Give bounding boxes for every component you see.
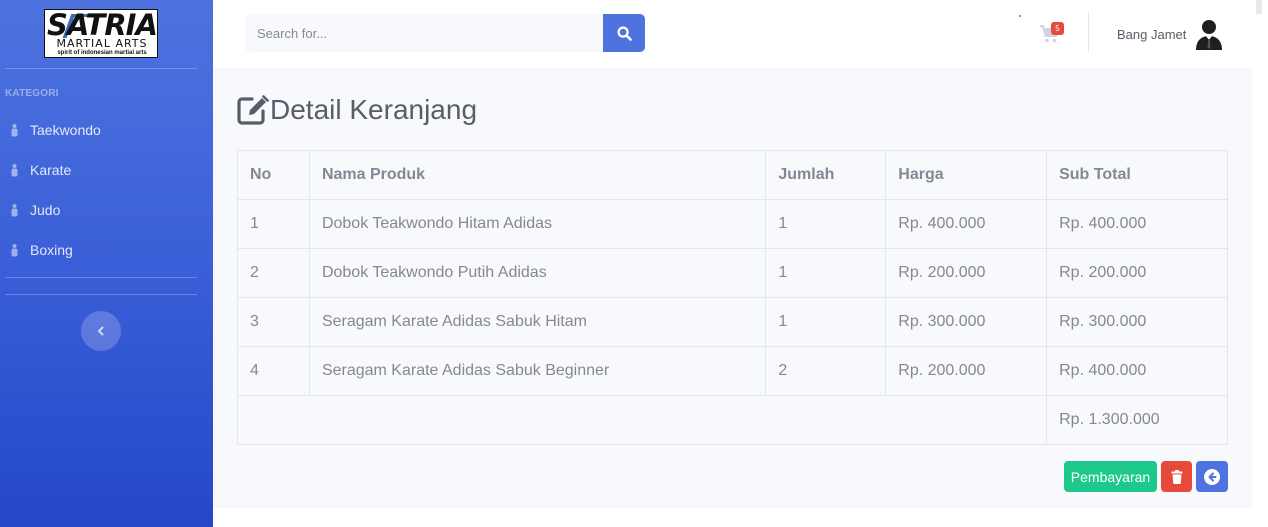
sidebar-item-label: Judo [30, 202, 61, 218]
column-header-subtotal: Sub Total [1046, 150, 1228, 200]
cart-table: No Nama Produk Jumlah Harga Sub Total 1 … [236, 150, 1228, 445]
sidebar-toggle-button[interactable] [81, 311, 121, 351]
sidebar: SATRIA MARTIAL ARTS spirit of indonesian… [0, 0, 213, 527]
back-button[interactable] [1196, 461, 1228, 492]
user-icon [11, 203, 18, 216]
brand-logo[interactable]: SATRIA MARTIAL ARTS spirit of indonesian… [44, 9, 158, 58]
avatar [1196, 20, 1223, 50]
user-icon [11, 123, 18, 136]
sidebar-item-karate[interactable]: Karate [0, 150, 213, 190]
search-bar [245, 14, 645, 52]
sidebar-item-boxing[interactable]: Boxing [0, 230, 213, 270]
cell-product: Seragam Karate Adidas Sabuk Beginner [308, 346, 767, 396]
sidebar-divider [5, 294, 197, 295]
cell-qty: 2 [765, 346, 887, 396]
cell-price: Rp. 200.000 [885, 248, 1048, 298]
sidebar-item-label: Taekwondo [30, 122, 101, 138]
cell-qty: 1 [765, 248, 887, 298]
logo-tagline: spirit of indonesian martial arts [57, 50, 147, 56]
cell-subtotal: Rp. 400.000 [1046, 199, 1228, 249]
search-icon [616, 25, 632, 41]
chevron-left-icon [97, 326, 104, 336]
payment-button[interactable]: Pembayaran [1064, 461, 1157, 492]
page-title-text: Detail Keranjang [270, 94, 478, 125]
arrow-circle-left-icon [1204, 468, 1220, 485]
cell-subtotal: Rp. 200.000 [1046, 248, 1228, 298]
table-header-row: No Nama Produk Jumlah Harga Sub Total [237, 150, 1228, 200]
cell-price: Rp. 400.000 [885, 199, 1048, 249]
sidebar-item-judo[interactable]: Judo [0, 190, 213, 230]
cell-price: Rp. 300.000 [885, 297, 1048, 347]
cell-subtotal: Rp. 400.000 [1046, 346, 1228, 396]
cart-count-badge: 5 [1051, 22, 1064, 35]
sidebar-item-taekwondo[interactable]: Taekwondo [0, 110, 213, 150]
cell-qty: 1 [765, 297, 887, 347]
cell-no: 4 [237, 346, 310, 396]
total-spacer-cell [236, 395, 1048, 445]
cell-product: Dobok Teakwondo Putih Adidas [308, 248, 767, 298]
table-row: 4 Seragam Karate Adidas Sabuk Beginner 2… [237, 346, 1228, 396]
column-header-price: Harga [885, 150, 1048, 200]
cell-product: Dobok Teakwondo Hitam Adidas [308, 199, 767, 249]
topbar-divider [1088, 12, 1089, 52]
sidebar-item-label: Boxing [30, 242, 73, 258]
table-row: 3 Seragam Karate Adidas Sabuk Hitam 1 Rp… [237, 297, 1228, 347]
cell-total: Rp. 1.300.000 [1046, 395, 1228, 445]
user-icon [11, 163, 18, 176]
cell-subtotal: Rp. 300.000 [1046, 297, 1228, 347]
user-menu[interactable]: Bang Jamet [1117, 16, 1224, 52]
cell-no: 1 [237, 199, 310, 249]
sidebar-item-label: Karate [30, 162, 72, 178]
cell-price: Rp. 200.000 [885, 346, 1048, 396]
user-name: Bang Jamet [1117, 26, 1187, 42]
column-header-product: Nama Produk [308, 150, 767, 200]
page-title: Detail Keranjang [237, 94, 477, 126]
scrollbar-thumb[interactable] [1256, 0, 1262, 14]
page-scrollbar[interactable] [1252, 0, 1268, 527]
search-input[interactable] [245, 14, 603, 52]
cell-qty: 1 [765, 199, 887, 249]
table-total-row: Rp. 1.300.000 [236, 395, 1228, 445]
dot-marker [1019, 15, 1021, 17]
sidebar-heading: KATEGORI [5, 88, 59, 99]
trash-icon [1171, 469, 1182, 484]
main-content: Detail Keranjang No Nama Produk Jumlah H… [213, 68, 1252, 508]
logo-sub-text: MARTIAL ARTS [56, 37, 148, 50]
cell-no: 2 [237, 248, 310, 298]
cell-no: 3 [237, 297, 310, 347]
cell-product: Seragam Karate Adidas Sabuk Hitam [308, 297, 767, 347]
topbar: 5 Bang Jamet [213, 0, 1252, 68]
table-row: 1 Dobok Teakwondo Hitam Adidas 1 Rp. 400… [237, 199, 1228, 249]
sidebar-divider [5, 68, 197, 69]
delete-button[interactable] [1161, 461, 1192, 492]
column-header-qty: Jumlah [765, 150, 887, 200]
search-button[interactable] [603, 14, 645, 52]
sidebar-divider [5, 277, 197, 278]
edit-icon [237, 95, 269, 125]
column-header-no: No [237, 150, 310, 200]
table-row: 2 Dobok Teakwondo Putih Adidas 1 Rp. 200… [237, 248, 1228, 298]
user-icon [11, 243, 18, 256]
